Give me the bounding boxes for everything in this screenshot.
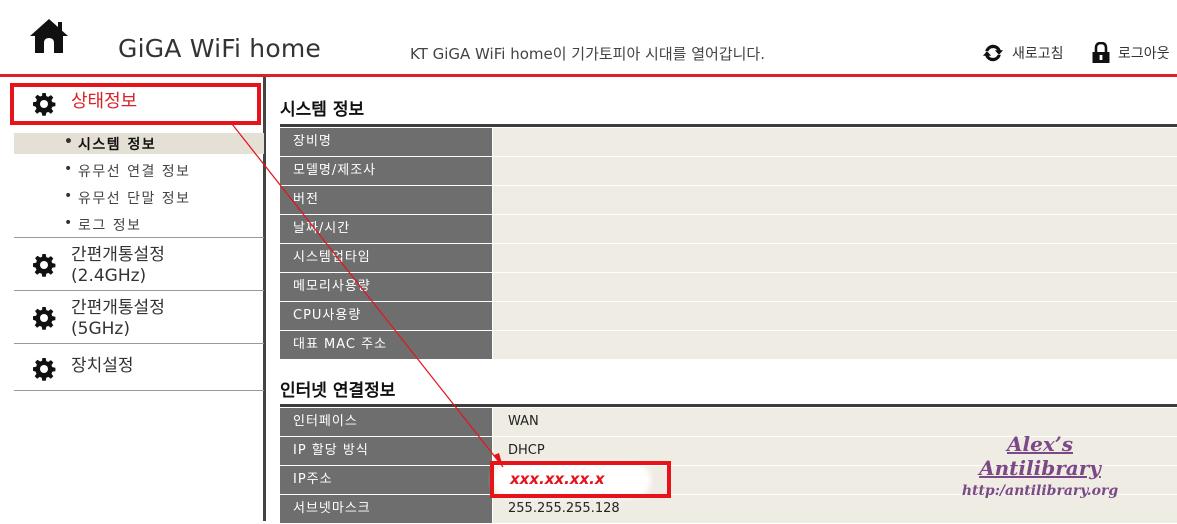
row-value: 255.255.255.128: [493, 495, 1177, 523]
row-key: 인터페이스: [280, 408, 492, 436]
section-title-internet-info: 인터넷 연결정보: [280, 381, 396, 401]
row-key: CPU사용량: [280, 302, 492, 330]
gear-icon: [33, 254, 56, 277]
row-value: [493, 273, 1177, 301]
section-title-system-info: 시스템 정보: [280, 100, 365, 120]
quick-5-line1: 간편개통설정: [71, 298, 165, 318]
watermark-name: Alex’s Antilibrary: [979, 432, 1101, 480]
quick-5-line2: (5GHz): [71, 319, 130, 339]
home-icon[interactable]: [27, 16, 71, 56]
sidebar-subitem-connection-info[interactable]: 유무선 연결 정보: [64, 161, 191, 181]
sidebar-item-quick-24-label: 간편개통설정 (2.4GHz): [71, 245, 165, 287]
refresh-label: 새로고침: [1012, 46, 1064, 62]
watermark-url: http:/antilibrary.org: [961, 483, 1119, 499]
row-key: 서브넷마스크: [280, 495, 492, 523]
table-row: 서브넷마스크 255.255.255.128: [280, 495, 1177, 524]
sidebar-item-device-label: 장치설정: [71, 356, 134, 376]
row-key: 메모리사용량: [280, 273, 492, 301]
watermark: Alex’s Antilibrary http:/antilibrary.org: [945, 432, 1135, 499]
sidebar-item-quick-setup-24ghz[interactable]: 간편개통설정 (2.4GHz): [32, 245, 165, 287]
section-rule-system: [280, 124, 1177, 127]
row-value: [493, 128, 1177, 156]
top-header: GiGA WiFi home KT GiGA WiFi home이 기가토피아 …: [0, 0, 1177, 77]
table-row: 모델명/제조사: [280, 157, 1177, 186]
row-key: 모델명/제조사: [280, 157, 492, 185]
table-row: 버전: [280, 186, 1177, 215]
table-row: 장비명: [280, 128, 1177, 157]
gear-icon: [33, 307, 56, 330]
logout-label: 로그아웃: [1118, 46, 1170, 62]
lock-icon: [1092, 42, 1110, 63]
row-value: [493, 215, 1177, 243]
row-value: [493, 302, 1177, 330]
row-key: 시스템업타임: [280, 244, 492, 272]
quick-24-line2: (2.4GHz): [71, 266, 147, 286]
table-row: 대표 MAC 주소: [280, 331, 1177, 360]
row-key: IP 할당 방식: [280, 437, 492, 465]
row-value: [493, 157, 1177, 185]
sidebar-item-device-settings[interactable]: 장치설정: [32, 356, 134, 381]
section-rule-internet: [280, 404, 1177, 407]
logout-button[interactable]: 로그아웃: [1091, 41, 1170, 65]
sidebar-item-quick-5-label: 간편개통설정 (5GHz): [71, 298, 165, 340]
row-key: 대표 MAC 주소: [280, 331, 492, 359]
app-title: GiGA WiFi home: [118, 34, 321, 63]
table-row: CPU사용량: [280, 302, 1177, 331]
sidebar-subitem-log-info[interactable]: 로그 정보: [64, 215, 141, 235]
gear-icon: [33, 358, 56, 381]
table-row: 날짜/시간: [280, 215, 1177, 244]
table-row: 메모리사용량: [280, 273, 1177, 302]
table-row: 시스템업타임: [280, 244, 1177, 273]
highlight-box-status: [10, 83, 261, 125]
row-key: 버전: [280, 186, 492, 214]
row-key: 날짜/시간: [280, 215, 492, 243]
quick-24-line1: 간편개통설정: [71, 245, 165, 265]
refresh-icon: [982, 44, 1004, 62]
row-value: [493, 244, 1177, 272]
sidebar-item-quick-setup-5ghz[interactable]: 간편개통설정 (5GHz): [32, 298, 165, 340]
row-key: IP주소: [280, 466, 492, 494]
sidebar-subitem-client-info[interactable]: 유무선 단말 정보: [64, 188, 191, 208]
row-key: 장비명: [280, 128, 492, 156]
refresh-button[interactable]: 새로고침: [982, 41, 1064, 65]
sidebar-subitem-system-info[interactable]: 시스템 정보: [64, 134, 156, 154]
row-value: [493, 331, 1177, 359]
highlight-box-ip: [490, 461, 671, 498]
header-tagline: KT GiGA WiFi home이 기가토피아 시대를 열어갑니다.: [410, 45, 765, 63]
row-separator: [280, 359, 1177, 360]
row-value: [493, 186, 1177, 214]
